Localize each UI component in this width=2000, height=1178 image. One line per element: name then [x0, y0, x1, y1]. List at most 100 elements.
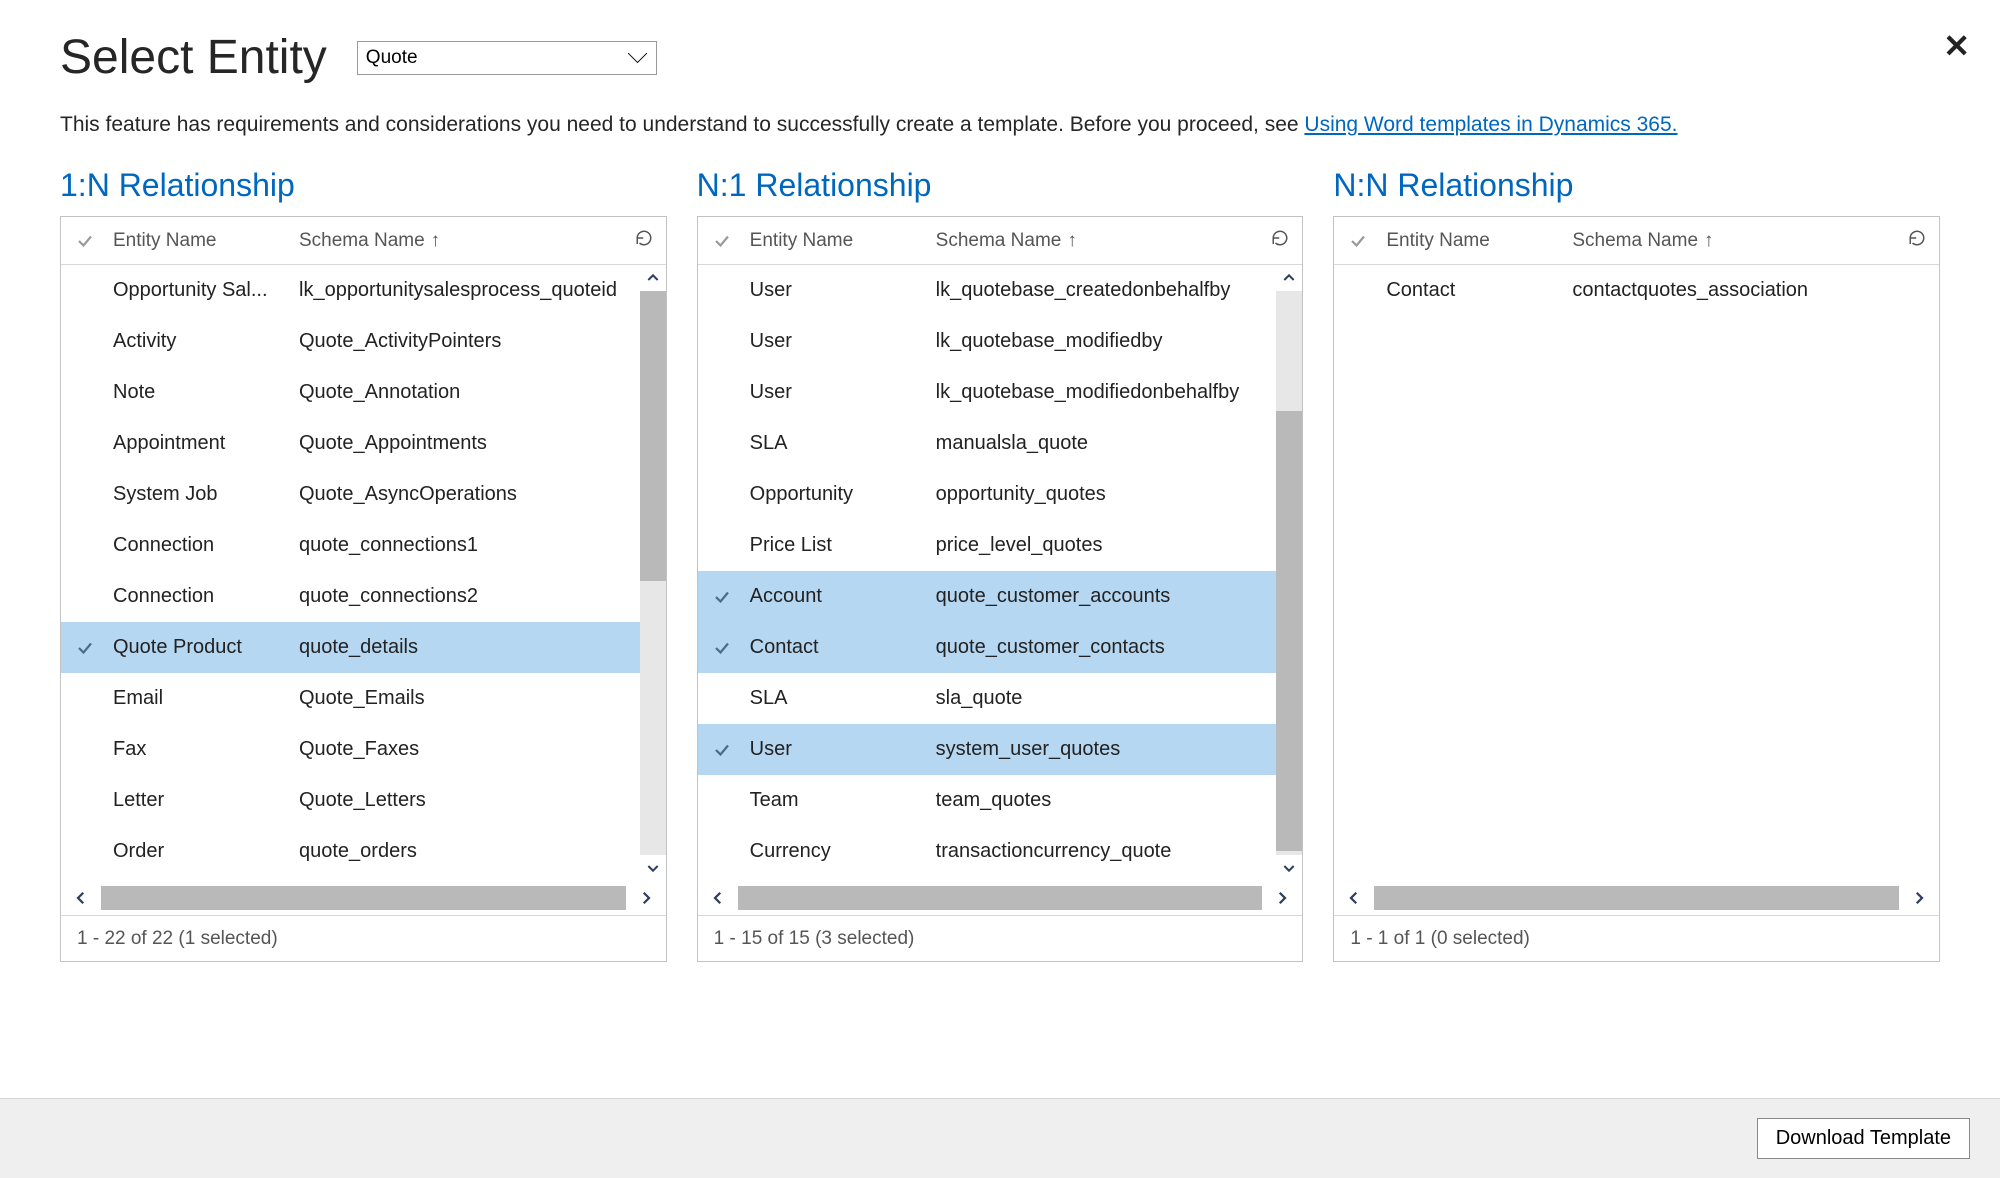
scroll-up-icon[interactable]: [1276, 265, 1302, 291]
row-entity-name: Order: [109, 840, 295, 863]
table-row[interactable]: Price List price_level_quotes: [698, 520, 1303, 571]
description: This feature has requirements and consid…: [60, 113, 1940, 137]
refresh-icon[interactable]: [1895, 229, 1939, 253]
scroll-track[interactable]: [640, 291, 666, 855]
row-schema-name: transactioncurrency_quote: [932, 840, 1277, 863]
table-row[interactable]: Team team_quotes: [698, 775, 1303, 826]
row-entity-name: Activity: [109, 330, 295, 353]
horizontal-scrollbar[interactable]: [698, 881, 1303, 915]
row-entity-name: Opportunity Sal...: [109, 279, 295, 302]
row-schema-name: manualsla_quote: [932, 432, 1277, 455]
table-row[interactable]: Activity Quote_ActivityPointers: [61, 316, 666, 367]
row-entity-name: User: [746, 330, 932, 353]
row-entity-name: User: [746, 381, 932, 404]
scroll-left-icon[interactable]: [698, 889, 738, 907]
grid-header: Entity Name Schema Name↑: [1334, 217, 1939, 265]
table-row[interactable]: Letter Quote_Letters: [61, 775, 666, 826]
grid-body: Opportunity Sal... lk_opportunitysalespr…: [61, 265, 666, 881]
table-row[interactable]: Contact contactquotes_association: [1334, 265, 1939, 316]
table-row[interactable]: Appointment Quote_Appointments: [61, 418, 666, 469]
scroll-down-icon[interactable]: [640, 855, 666, 881]
row-schema-name: lk_quotebase_modifiedonbehalfby: [932, 381, 1277, 404]
bottom-bar: Download Template: [0, 1098, 2000, 1178]
vertical-scrollbar[interactable]: [640, 265, 666, 881]
table-row[interactable]: SLA manualsla_quote: [698, 418, 1303, 469]
table-row[interactable]: Currency transactioncurrency_quote: [698, 826, 1303, 877]
column-header-schema[interactable]: Schema Name↑: [932, 230, 1259, 252]
relationship-panel-n_to_one: N:1 Relationship Entity Name Schema Name…: [697, 167, 1304, 962]
grid-status: 1 - 1 of 1 (0 selected): [1334, 915, 1939, 961]
row-schema-name: price_level_quotes: [932, 534, 1277, 557]
table-row[interactable]: User lk_quotebase_createdonbehalfby: [698, 265, 1303, 316]
table-row[interactable]: Account quote_customer_accounts: [698, 571, 1303, 622]
scroll-thumb-horizontal[interactable]: [738, 886, 1263, 910]
row-entity-name: Opportunity: [746, 483, 932, 506]
scroll-down-icon[interactable]: [1276, 855, 1302, 881]
scroll-thumb[interactable]: [640, 291, 666, 581]
table-row[interactable]: Connection quote_connections2: [61, 571, 666, 622]
checkmark-icon: [61, 639, 109, 657]
table-row[interactable]: Connection quote_connections1: [61, 520, 666, 571]
table-row[interactable]: User system_user_quotes: [698, 724, 1303, 775]
panel-title: N:N Relationship: [1333, 167, 1940, 204]
table-row[interactable]: Order quote_orders: [61, 826, 666, 877]
refresh-icon[interactable]: [622, 229, 666, 253]
vertical-scrollbar[interactable]: [1276, 265, 1302, 881]
dialog-header: Select Entity Quote: [60, 30, 1940, 85]
scroll-thumb-horizontal[interactable]: [1374, 886, 1899, 910]
table-row[interactable]: User lk_quotebase_modifiedonbehalfby: [698, 367, 1303, 418]
scroll-right-icon[interactable]: [626, 889, 666, 907]
table-row[interactable]: Opportunity opportunity_quotes: [698, 469, 1303, 520]
relationship-panel-n_to_n: N:N Relationship Entity Name Schema Name…: [1333, 167, 1940, 962]
select-all-checkbox[interactable]: [61, 232, 109, 250]
row-entity-name: Note: [109, 381, 295, 404]
row-entity-name: Letter: [109, 789, 295, 812]
scroll-left-icon[interactable]: [61, 889, 101, 907]
table-row[interactable]: Opportunity Sal... lk_opportunitysalespr…: [61, 265, 666, 316]
table-row[interactable]: SLA sla_quote: [698, 673, 1303, 724]
panel-title: 1:N Relationship: [60, 167, 667, 204]
entity-select[interactable]: Quote: [357, 41, 657, 75]
relationship-grid: Entity Name Schema Name↑ Opportunity Sal…: [60, 216, 667, 962]
scroll-left-icon[interactable]: [1334, 889, 1374, 907]
row-entity-name: User: [746, 738, 932, 761]
row-entity-name: Team: [746, 789, 932, 812]
row-entity-name: Appointment: [109, 432, 295, 455]
row-schema-name: contactquotes_association: [1568, 279, 1913, 302]
column-header-schema[interactable]: Schema Name↑: [1568, 230, 1895, 252]
refresh-icon[interactable]: [1258, 229, 1302, 253]
horizontal-scrollbar[interactable]: [1334, 881, 1939, 915]
column-header-entity[interactable]: Entity Name: [109, 230, 295, 252]
close-icon[interactable]: ✕: [1943, 30, 1970, 62]
description-link[interactable]: Using Word templates in Dynamics 365.: [1304, 113, 1677, 136]
scroll-track[interactable]: [1276, 291, 1302, 855]
column-header-schema[interactable]: Schema Name↑: [295, 230, 622, 252]
table-row[interactable]: Note Quote_Annotation: [61, 367, 666, 418]
table-row[interactable]: Contact quote_customer_contacts: [698, 622, 1303, 673]
grid-status: 1 - 22 of 22 (1 selected): [61, 915, 666, 961]
row-entity-name: Quote Product: [109, 636, 295, 659]
row-entity-name: Contact: [1382, 279, 1568, 302]
table-row[interactable]: Email Quote_Emails: [61, 673, 666, 724]
column-header-entity[interactable]: Entity Name: [746, 230, 932, 252]
scroll-right-icon[interactable]: [1262, 889, 1302, 907]
horizontal-scrollbar[interactable]: [61, 881, 666, 915]
scroll-up-icon[interactable]: [640, 265, 666, 291]
scroll-thumb-horizontal[interactable]: [101, 886, 626, 910]
scroll-right-icon[interactable]: [1899, 889, 1939, 907]
row-entity-name: Email: [109, 687, 295, 710]
table-row[interactable]: User lk_quotebase_modifiedby: [698, 316, 1303, 367]
select-all-checkbox[interactable]: [698, 232, 746, 250]
row-entity-name: Connection: [109, 534, 295, 557]
table-row[interactable]: Fax Quote_Faxes: [61, 724, 666, 775]
row-schema-name: Quote_ActivityPointers: [295, 330, 640, 353]
row-schema-name: team_quotes: [932, 789, 1277, 812]
grid-header: Entity Name Schema Name↑: [61, 217, 666, 265]
scroll-thumb[interactable]: [1276, 411, 1302, 851]
download-template-button[interactable]: Download Template: [1757, 1118, 1970, 1159]
column-header-entity[interactable]: Entity Name: [1382, 230, 1568, 252]
select-all-checkbox[interactable]: [1334, 232, 1382, 250]
table-row[interactable]: Quote Product quote_details: [61, 622, 666, 673]
table-row[interactable]: System Job Quote_AsyncOperations: [61, 469, 666, 520]
row-entity-name: SLA: [746, 432, 932, 455]
